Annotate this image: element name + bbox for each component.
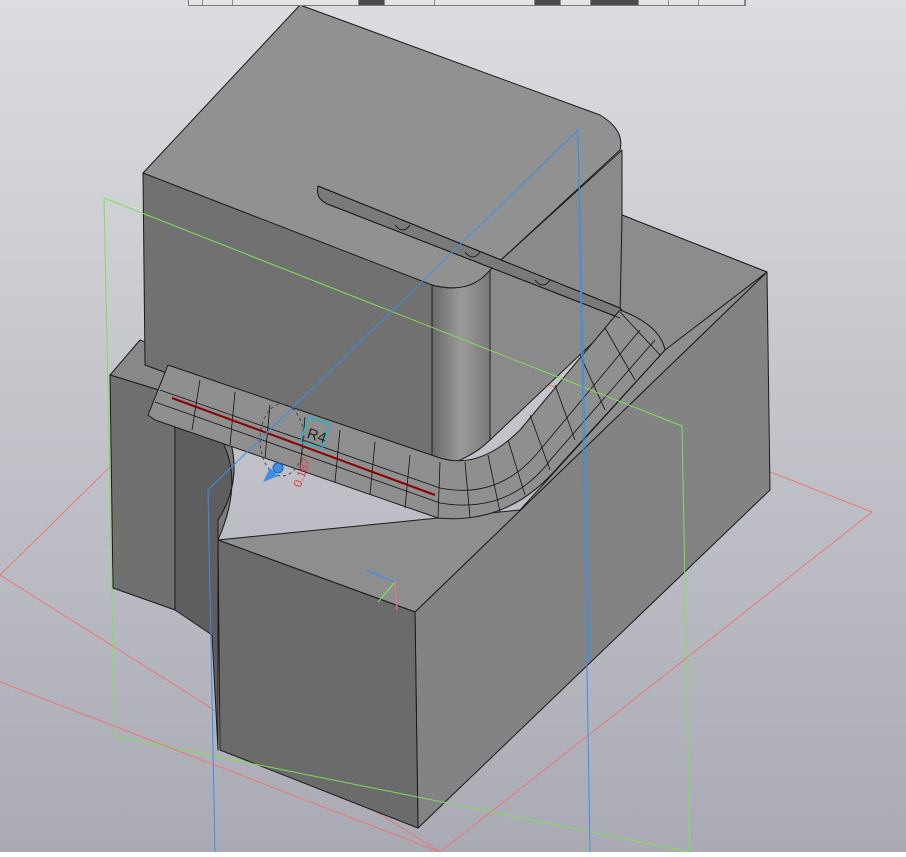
toolbar-segment-2[interactable] (203, 0, 233, 5)
toolbar-segment-12[interactable] (699, 0, 745, 5)
toolbar-segment-11[interactable] (669, 0, 699, 5)
toolbar-segment-1[interactable] (189, 0, 203, 5)
toolbar-segment-7[interactable] (535, 0, 561, 5)
toolbar-segment-10[interactable] (639, 0, 669, 5)
toolbar-segment-3[interactable] (233, 0, 359, 5)
pillar-rounded-edge[interactable] (431, 269, 491, 471)
toolbar-segment-6[interactable] (435, 0, 535, 5)
top-toolbar[interactable] (188, 0, 746, 6)
toolbar-segment-5[interactable] (385, 0, 435, 5)
toolbar-segment-9[interactable] (591, 0, 639, 5)
toolbar-segment-8[interactable] (561, 0, 591, 5)
drag-point-icon[interactable] (272, 462, 284, 474)
toolbar-segment-4[interactable] (359, 0, 385, 5)
model-scene[interactable]: R4 0.187 (0, 0, 906, 853)
3d-viewport[interactable]: R4 0.187 (0, 0, 906, 853)
